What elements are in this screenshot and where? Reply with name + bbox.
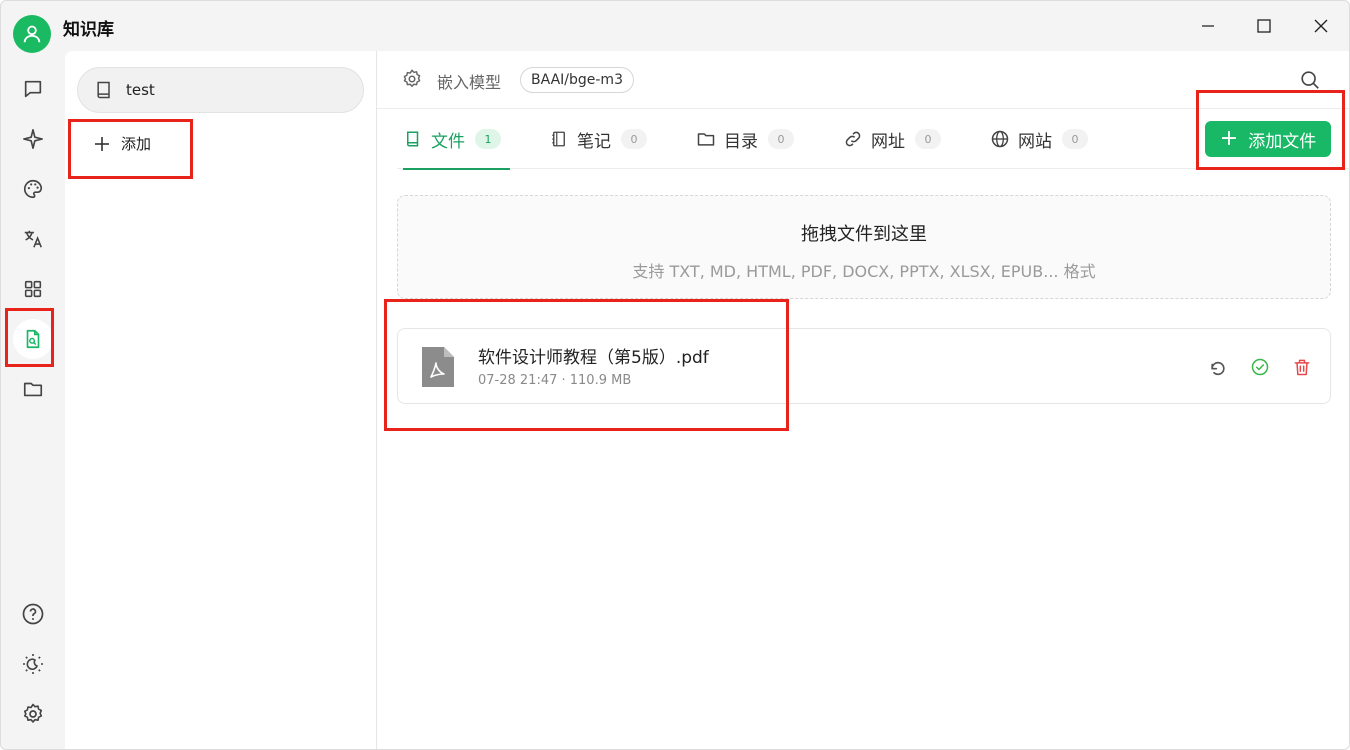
tab-url[interactable]: 网址 0 — [843, 109, 941, 169]
apps-grid-icon — [24, 280, 42, 298]
sparkle-icon — [23, 129, 43, 149]
file-dropzone[interactable]: 拖拽文件到这里 支持 TXT, MD, HTML, PDF, DOCX, PPT… — [397, 195, 1331, 299]
refresh-icon — [1211, 361, 1225, 376]
highlight-box — [384, 299, 789, 431]
rail-translate[interactable] — [13, 219, 53, 259]
dropzone-title: 拖拽文件到这里 — [801, 224, 927, 245]
dropzone-subtitle: 支持 TXT, MD, HTML, PDF, DOCX, PPTX, XLSX,… — [632, 262, 1096, 281]
tab-count: 0 — [621, 129, 647, 149]
tab-label: 文件 — [431, 131, 465, 152]
rail-theme[interactable] — [13, 644, 53, 684]
chat-icon — [24, 80, 42, 98]
folder-icon — [23, 382, 43, 397]
tab-label: 网站 — [1018, 131, 1052, 152]
kb-item-test[interactable]: test — [77, 67, 364, 113]
kb-item-label: test — [126, 81, 155, 99]
link-icon — [845, 131, 861, 147]
rail-paint[interactable] — [13, 169, 53, 209]
app-window: 知识库 test 添加 嵌入模型 BAAI/bge-m3 文件 1 笔记 0 目… — [0, 0, 1350, 750]
settings-icon — [23, 703, 43, 723]
book-icon — [97, 81, 110, 99]
palette-icon — [24, 179, 43, 199]
tab-active-indicator — [403, 168, 510, 170]
globe-icon — [991, 130, 1009, 148]
search-icon[interactable] — [1299, 69, 1321, 91]
check-circle-icon — [1251, 358, 1269, 376]
highlight-box — [1196, 90, 1345, 170]
rail-chat[interactable] — [13, 69, 53, 109]
status-done-button[interactable] — [1248, 355, 1272, 379]
help-icon — [22, 603, 44, 625]
notebook-icon — [552, 131, 565, 147]
user-icon — [23, 25, 41, 43]
avatar[interactable] — [13, 15, 51, 53]
rail-help[interactable] — [13, 594, 53, 634]
app-title: 知识库 — [63, 20, 114, 40]
rail-files[interactable] — [13, 369, 53, 409]
minimize-button[interactable] — [1193, 11, 1223, 41]
embed-model-label: 嵌入模型 — [437, 73, 502, 92]
minimize-icon — [1202, 25, 1214, 27]
maximize-button[interactable] — [1249, 11, 1279, 41]
tab-count: 0 — [1062, 129, 1088, 149]
embed-model-badge: BAAI/bge-m3 — [520, 67, 634, 93]
refresh-button[interactable] — [1206, 355, 1230, 379]
tab-notes[interactable]: 笔记 0 — [549, 109, 647, 169]
close-icon — [1314, 19, 1328, 33]
tab-count: 0 — [768, 129, 794, 149]
maximize-icon — [1257, 19, 1271, 33]
tab-website[interactable]: 网站 0 — [990, 109, 1088, 169]
book-icon — [407, 131, 419, 147]
rail-settings[interactable] — [13, 694, 53, 734]
close-button[interactable] — [1306, 11, 1336, 41]
rail-apps[interactable] — [13, 269, 53, 309]
settings-icon[interactable] — [401, 68, 423, 90]
tab-files[interactable]: 文件 1 — [403, 109, 510, 170]
translate-icon — [24, 230, 42, 248]
tab-directory[interactable]: 目录 0 — [696, 109, 794, 169]
highlight-box — [68, 119, 193, 179]
tab-count: 0 — [915, 129, 941, 149]
nav-rail — [1, 63, 65, 749]
rail-assistant[interactable] — [13, 119, 53, 159]
theme-icon — [23, 654, 43, 674]
tab-count: 1 — [475, 129, 501, 149]
tab-label: 网址 — [871, 131, 905, 152]
highlight-box — [5, 308, 54, 367]
folder-icon — [697, 133, 715, 146]
tab-label: 目录 — [724, 131, 758, 152]
title-bar: 知识库 — [1, 1, 1349, 53]
trash-icon — [1294, 359, 1310, 376]
tab-label: 笔记 — [577, 131, 611, 152]
delete-button[interactable] — [1290, 355, 1314, 379]
